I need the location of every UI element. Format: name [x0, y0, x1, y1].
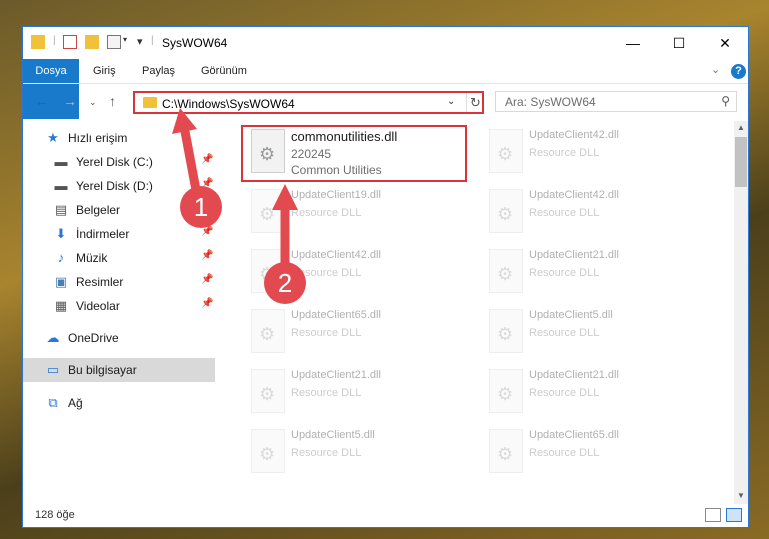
arrow-1 — [172, 108, 201, 195]
step-2-callout: 2 — [264, 262, 306, 304]
arrow-2 — [272, 184, 298, 267]
step-1-callout: 1 — [180, 186, 222, 228]
annotation-arrows — [172, 108, 298, 267]
